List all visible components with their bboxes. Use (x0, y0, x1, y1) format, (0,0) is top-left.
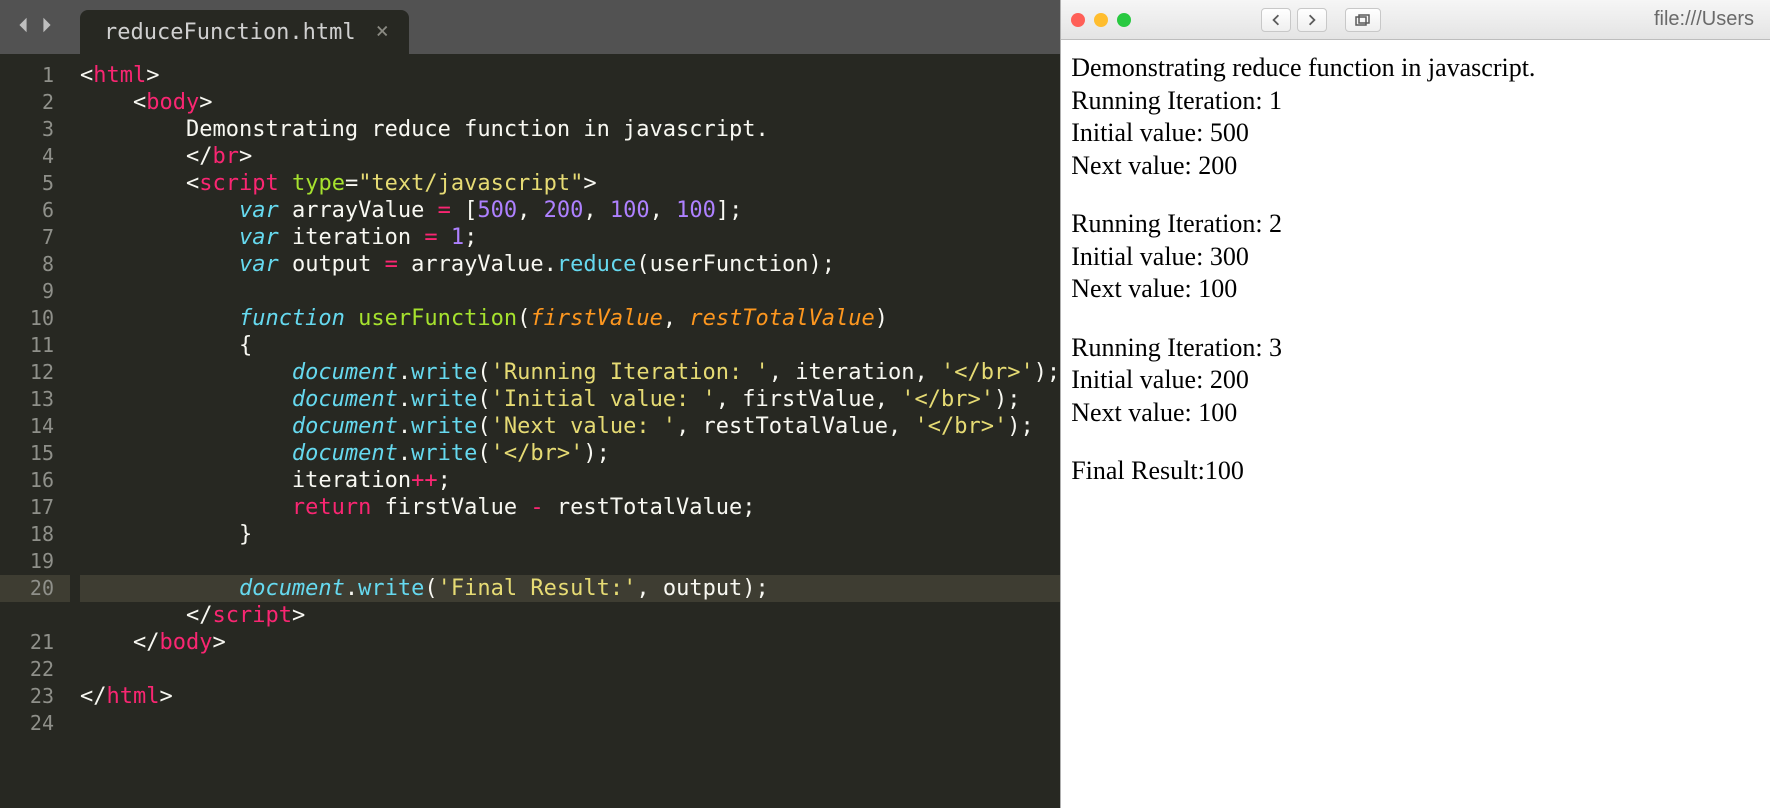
window-close-icon[interactable] (1071, 13, 1085, 27)
nav-forward-icon[interactable] (38, 15, 56, 40)
output-line: Next value: 100 (1071, 397, 1760, 430)
output-final: Final Result:100 (1071, 455, 1760, 488)
line-number-gutter: 123456789101112131415161718192021222324 (0, 54, 70, 808)
output-line: Initial value: 200 (1071, 364, 1760, 397)
output-line: Running Iteration: 2 (1071, 208, 1760, 241)
browser-forward-button[interactable] (1297, 8, 1327, 32)
browser-back-button[interactable] (1261, 8, 1291, 32)
code-editor-pane: reduceFunction.html × 123456789101112131… (0, 0, 1060, 808)
window-controls (1071, 13, 1131, 27)
browser-tabs-button[interactable] (1345, 8, 1381, 32)
tab-title: reduceFunction.html (104, 20, 356, 45)
editor-tab[interactable]: reduceFunction.html × (80, 10, 409, 54)
code-content[interactable]: <html> <body> Demonstrating reduce funct… (70, 54, 1060, 808)
browser-page-content: Demonstrating reduce function in javascr… (1061, 40, 1770, 808)
window-zoom-icon[interactable] (1117, 13, 1131, 27)
close-icon[interactable]: × (376, 21, 389, 43)
nav-back-icon[interactable] (14, 15, 32, 40)
output-line: Running Iteration: 1 (1071, 85, 1760, 118)
browser-toolbar: file:///Users (1061, 0, 1770, 40)
output-line: Initial value: 300 (1071, 241, 1760, 274)
output-line: Next value: 200 (1071, 150, 1760, 183)
editor-nav-arrows (0, 15, 70, 54)
window-minimize-icon[interactable] (1094, 13, 1108, 27)
output-heading: Demonstrating reduce function in javascr… (1071, 52, 1760, 85)
output-line: Next value: 100 (1071, 273, 1760, 306)
address-bar-fragment[interactable]: file:///Users (1391, 8, 1760, 31)
output-line: Running Iteration: 3 (1071, 332, 1760, 365)
browser-pane: file:///Users Demonstrating reduce funct… (1060, 0, 1770, 808)
code-area: 123456789101112131415161718192021222324 … (0, 54, 1060, 808)
editor-tab-bar: reduceFunction.html × (0, 0, 1060, 54)
output-line: Initial value: 500 (1071, 117, 1760, 150)
browser-nav-buttons (1261, 8, 1327, 32)
